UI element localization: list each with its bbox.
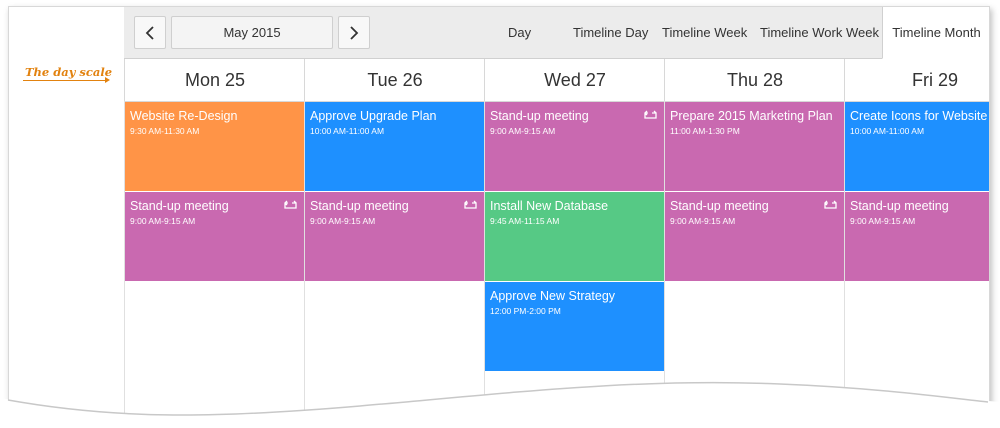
appointment-time: 9:00 AM-9:15 AM (130, 216, 196, 226)
tab-timeline-day[interactable]: Timeline Day (573, 7, 648, 58)
appointment[interactable]: Stand-up meeting 9:00 AM-9:15 AM (845, 192, 989, 281)
day-header-wed[interactable]: Wed 27 (484, 59, 665, 101)
appointment-subject: Prepare 2015 Marketing Plan (670, 109, 833, 123)
recurrence-icon (464, 200, 477, 209)
appointment[interactable]: Prepare 2015 Marketing Plan 11:00 AM-1:30… (665, 102, 844, 191)
date-navigator[interactable]: May 2015 (171, 16, 333, 49)
tab-timeline-month[interactable]: Timeline Month (882, 7, 989, 59)
day-header-tue[interactable]: Tue 26 (304, 59, 485, 101)
appointment-time: 9:30 AM-11:30 AM (130, 126, 200, 136)
recurrence-icon (284, 200, 297, 209)
prev-button[interactable] (134, 16, 166, 49)
appointment-time: 9:00 AM-9:15 AM (670, 216, 736, 226)
appointment[interactable]: Create Icons for Website 10:00 AM-11:00 A… (845, 102, 989, 191)
appointment-subject: Approve Upgrade Plan (310, 109, 437, 123)
appointment[interactable]: Approve New Strategy 12:00 PM-2:00 PM (485, 282, 664, 371)
appointment-time: 11:00 AM-1:30 PM (670, 126, 740, 136)
tab-timeline-work-week[interactable]: Timeline Work Week (760, 7, 879, 58)
tab-day[interactable]: Day (508, 7, 531, 58)
appointment-time: 9:00 AM-9:15 AM (310, 216, 376, 226)
annotation-arrow-icon (105, 77, 110, 83)
recurrence-icon (644, 110, 657, 119)
appointment-time: 12:00 PM-2:00 PM (490, 306, 561, 316)
appointment-subject: Stand-up meeting (130, 199, 229, 213)
recurrence-icon (824, 200, 837, 209)
appointment[interactable]: Stand-up meeting 9:00 AM-9:15 AM (665, 192, 844, 281)
appointment-time: 10:00 AM-11:00 AM (850, 126, 925, 136)
appointment-subject: Website Re-Design (130, 109, 238, 123)
appointment[interactable]: Stand-up meeting 9:00 AM-9:15 AM (125, 192, 304, 281)
tab-timeline-week[interactable]: Timeline Week (662, 7, 747, 58)
day-header-mon[interactable]: Mon 25 (124, 59, 305, 101)
chevron-right-icon (350, 25, 359, 40)
appointment-subject: Create Icons for Website (850, 109, 988, 123)
appointment[interactable]: Website Re-Design 9:30 AM-11:30 AM (125, 102, 304, 191)
appointment-time: 9:00 AM-9:15 AM (850, 216, 916, 226)
appointment[interactable]: Install New Database 9:45 AM-11:15 AM (485, 192, 664, 281)
chevron-left-icon (145, 25, 154, 40)
appointment-subject: Stand-up meeting (850, 199, 949, 213)
day-header-fri[interactable]: Fri 29 (844, 59, 989, 101)
appointment[interactable]: Approve Upgrade Plan 10:00 AM-11:00 AM (305, 102, 484, 191)
appointment[interactable]: Stand-up meeting 9:00 AM-9:15 AM (485, 102, 664, 191)
day-scale-annotation: The day scale (25, 65, 113, 79)
appointment-subject: Install New Database (490, 199, 609, 213)
toolbar: May 2015 Day Timeline Day Timeline Week … (124, 7, 989, 59)
next-button[interactable] (338, 16, 370, 49)
day-header-thu[interactable]: Thu 28 (664, 59, 845, 101)
appointment-subject: Approve New Strategy (490, 289, 616, 303)
appointment-time: 9:45 AM-11:15 AM (490, 216, 560, 226)
appointment-subject: Stand-up meeting (490, 109, 589, 123)
appointment-subject: Stand-up meeting (670, 199, 769, 213)
appointment-subject: Stand-up meeting (310, 199, 409, 213)
annotation-line (23, 80, 107, 81)
scheduler: May 2015 Day Timeline Day Timeline Week … (8, 6, 990, 418)
appointment-time: 9:00 AM-9:15 AM (490, 126, 556, 136)
appointment-time: 10:00 AM-11:00 AM (310, 126, 385, 136)
day-scale: Mon 25 Tue 26 Wed 27 Thu 28 Fri 29 (124, 59, 989, 102)
appointment[interactable]: Stand-up meeting 9:00 AM-9:15 AM (305, 192, 484, 281)
